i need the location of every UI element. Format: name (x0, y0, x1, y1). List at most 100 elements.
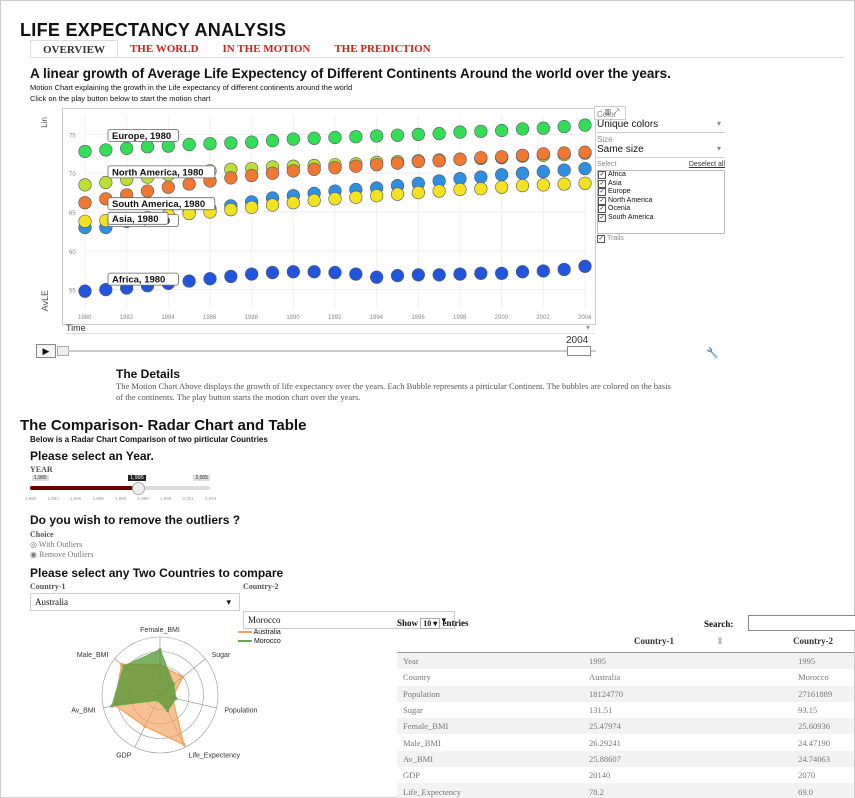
tab-the-prediction[interactable]: THE PREDICTION (322, 40, 442, 58)
country1-label: Country-1 (30, 582, 66, 591)
data-point (557, 177, 571, 191)
radar-axis-label: Life_Expectency (189, 752, 241, 759)
data-point (536, 178, 550, 192)
series-label: Europe, 1980 (112, 131, 171, 142)
table-length-control: Show 10 ▾ entries (397, 618, 469, 629)
data-point (390, 269, 405, 283)
radio-remove-outliers[interactable]: ◉ Remove Outliers (30, 550, 93, 559)
table-row: Year 1995 1995 (397, 652, 854, 670)
year-tick-label: 1,995 (137, 496, 149, 501)
current-year-label: 2004 (566, 335, 589, 346)
data-point (265, 198, 280, 212)
data-point (474, 182, 488, 196)
comparison-caption: Below is a Radar Chart Comparison of two… (30, 435, 268, 444)
column-header[interactable]: Country-2 (792, 630, 854, 653)
color-dropdown[interactable]: Unique colors (597, 119, 725, 133)
motion-chart[interactable]: Europe, 1980 North America, 1980 South Ame… (62, 108, 596, 325)
tab-divider (30, 57, 845, 58)
search-input[interactable] (748, 615, 855, 631)
table-row: GDP 20140 2070 (397, 767, 854, 783)
data-point (78, 178, 92, 192)
legend-item: Australia (238, 628, 281, 637)
radar-axis-label: Population (224, 708, 257, 715)
x-axis-select-label: Time (66, 323, 86, 333)
radar-chart: Female_BMI Sugar Population Life_Expectency… (20, 620, 385, 770)
data-point (474, 266, 488, 280)
series-label: South America, 1980 (112, 199, 205, 210)
series-checkbox[interactable]: ✓ South America (598, 214, 724, 223)
radar-point (182, 743, 186, 747)
y-axis-select-top[interactable]: Lin (40, 117, 49, 128)
data-point (265, 134, 280, 148)
tab-in-the-motion[interactable]: IN THE MOTION (211, 40, 323, 58)
data-point (328, 161, 342, 175)
details-heading: The Details (116, 367, 181, 381)
legend-swatch (238, 631, 252, 634)
data-point (578, 118, 592, 132)
overview-caption-2: Click on the play button below to start … (30, 94, 211, 103)
table-row: Av_BMI 25.88607 24.74063 (397, 750, 854, 768)
radio-with-outliers[interactable]: ◎ With Outliers (30, 540, 82, 549)
size-dropdown[interactable]: Same size (597, 144, 725, 158)
column-header[interactable]: Country-1 ⇕ (583, 630, 793, 653)
y-axis-select[interactable]: AvLE (40, 290, 50, 311)
series-checkbox[interactable]: ✓ Asia (598, 180, 724, 189)
checkbox-checked-icon: ✓ (598, 205, 606, 214)
data-point (78, 144, 92, 159)
time-slider-handle[interactable] (567, 346, 591, 356)
x-tick-label: 1998 (453, 315, 467, 321)
data-point (411, 268, 425, 282)
data-point (307, 193, 321, 207)
legend-item: Morocco (238, 637, 281, 646)
entries-select[interactable]: 10 ▾ (420, 618, 441, 629)
data-point (245, 200, 259, 214)
column-header[interactable] (397, 630, 583, 653)
time-slider-track[interactable] (68, 350, 596, 352)
size-label: Size (597, 135, 613, 144)
table-row: Life_Expectency 78.2 69.0 (397, 783, 854, 798)
value-cell: 20140 (589, 770, 611, 781)
radar-axis-label: Male_BMI (77, 652, 109, 659)
row-label-cell: Av_BMI (397, 750, 583, 768)
series-checkbox[interactable]: ✓ Europe (598, 188, 724, 197)
trails-checkbox[interactable]: ✓ Trails (597, 235, 725, 244)
data-point (515, 148, 530, 162)
radar-axis-label: Female_BMI (140, 627, 180, 634)
country1-select[interactable]: Australia (30, 593, 240, 611)
value-cell: 27161889 (792, 685, 854, 702)
series-checkbox[interactable]: ✓ North America (598, 197, 724, 206)
chevron-down-icon: ▾ (585, 323, 590, 332)
overview-heading: A linear growth of Average Life Expecten… (30, 66, 671, 81)
data-point (78, 284, 92, 298)
wrench-icon[interactable]: 🔧 (706, 348, 718, 359)
series-label: North America, 1980 (112, 167, 204, 178)
data-point (120, 141, 134, 155)
series-checkbox[interactable]: ✓ Ocenia (598, 205, 724, 214)
year-slider[interactable]: 1,980 2,005 1,995 1,980 1,983 1,986 1,989 1,… (25, 474, 230, 514)
play-icon: ▶ (42, 346, 50, 356)
year-value-label: 1,995 (128, 475, 146, 481)
x-tick-label: 1984 (161, 315, 175, 321)
checkbox-checked-icon: ✓ (597, 235, 605, 244)
year-heading: Please select an Year. (30, 449, 154, 463)
play-button[interactable]: ▶ (36, 344, 56, 358)
tab-the-world[interactable]: THE WORLD (118, 40, 211, 58)
y-tick-label: 75 (69, 133, 76, 139)
radar-axis-label: Sugar (212, 652, 231, 659)
row-label-cell: Sugar (403, 705, 423, 716)
data-point (432, 268, 446, 282)
year-tick-label: 2,001 (182, 496, 194, 501)
year-tick-label: 1,983 (47, 496, 59, 501)
checkbox-checked-icon: ✓ (598, 213, 606, 222)
year-tick-label: 1,980 (25, 496, 37, 501)
color-label: Color (597, 110, 617, 119)
radar-point (155, 698, 160, 702)
row-label-cell: Year (397, 652, 583, 670)
tab-overview[interactable]: OVERVIEW (30, 40, 118, 58)
deselect-all-link[interactable]: Deselect all (689, 161, 725, 168)
x-axis-select[interactable]: Time ▾ (66, 323, 594, 334)
series-checkbox[interactable]: ✓ Africa (598, 171, 724, 180)
year-slider-handle[interactable] (132, 482, 145, 495)
data-point (224, 269, 238, 284)
data-point (307, 162, 321, 176)
